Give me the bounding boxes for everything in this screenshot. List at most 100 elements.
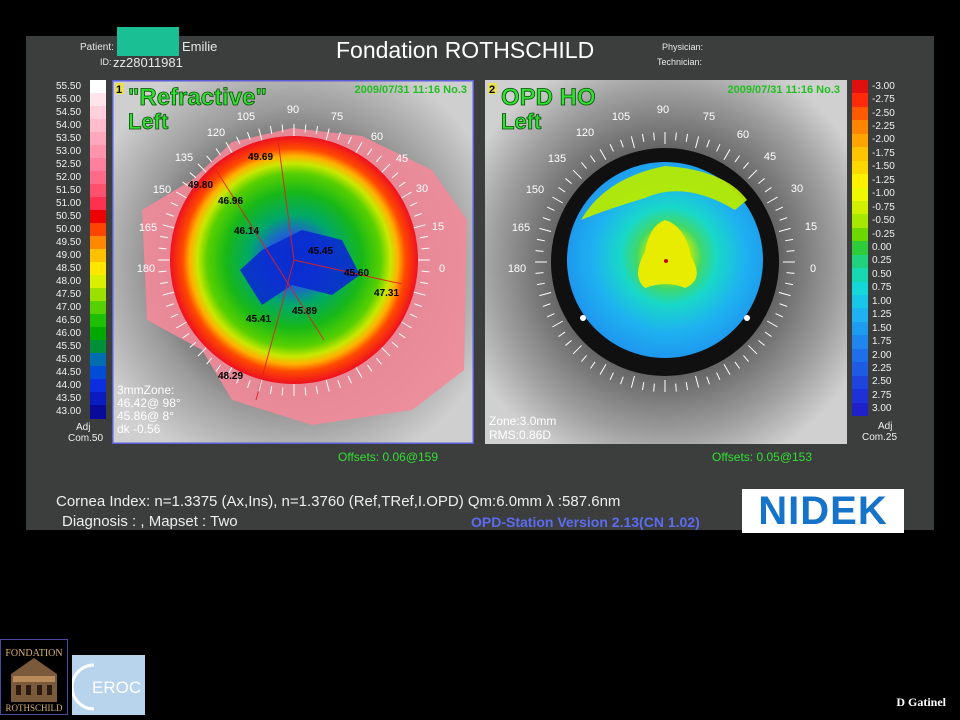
angle-label-90: 90 <box>287 104 299 116</box>
angle-tick <box>653 132 655 141</box>
scale-value-label: -1.75 <box>872 147 895 159</box>
map-title: OPD HO <box>501 84 596 111</box>
angle-label-180: 180 <box>508 263 526 275</box>
angle-label-120: 120 <box>576 127 594 139</box>
left-offsets: Offsets: 0.06@159 <box>338 450 439 464</box>
scale-value-label: 48.00 <box>56 275 82 287</box>
angle-label-180: 180 <box>137 263 155 275</box>
scale-value-label: -1.00 <box>872 188 895 200</box>
scale-color-step <box>90 392 106 406</box>
angle-label-45: 45 <box>396 153 408 165</box>
scale-value-label: 49.00 <box>56 249 82 261</box>
angle-label-0: 0 <box>810 263 816 275</box>
zone-title: 3mmZone: <box>117 383 174 397</box>
patient-name: Emilie <box>182 39 218 54</box>
zone-steep-k: 46.42@ 98° <box>117 396 181 410</box>
angle-label-120: 120 <box>207 127 225 139</box>
scale-value-label: -3.00 <box>872 80 895 92</box>
right-scale-footer-adj: Adj <box>878 421 893 432</box>
point-value: 45.41 <box>246 314 271 325</box>
scale-value-label: 2.00 <box>872 349 892 361</box>
angle-tick <box>421 247 430 250</box>
scale-color-step <box>852 200 868 215</box>
scale-color-step <box>852 174 868 189</box>
topography-panel: Patient: Emilie ID: zz28011981 Fondation… <box>26 27 934 533</box>
scale-color-step <box>90 223 106 237</box>
scale-color-step <box>852 402 868 417</box>
scale-color-step <box>90 236 106 250</box>
fondation-logo-bottom: ROTHSCHILD <box>5 703 63 713</box>
angle-label-165: 165 <box>512 222 530 234</box>
map-datetime: 2009/07/31 11:16 No.3 <box>727 84 840 96</box>
scale-value-label: 50.00 <box>56 223 82 235</box>
scale-color-step <box>852 187 868 202</box>
scale-color-step <box>852 214 868 229</box>
scale-value-label: 51.00 <box>56 197 82 209</box>
refractive-map[interactable]: 90 75 60 45 30 15 0 105 120 135 150 165 … <box>112 80 474 444</box>
scale-value-label: -0.75 <box>872 201 895 213</box>
scale-value-label: 46.50 <box>56 314 82 326</box>
scale-color-step <box>852 120 868 135</box>
opd-ho-map[interactable]: 90 75 60 45 30 15 0 105 120 135 150 165 … <box>485 80 847 444</box>
scale-color-step <box>90 210 106 224</box>
scale-value-label: 3.00 <box>872 403 892 415</box>
angle-tick <box>158 247 167 250</box>
angle-tick <box>281 124 284 133</box>
redaction-box <box>117 27 179 56</box>
scale-color-step <box>90 327 106 341</box>
angle-label-105: 105 <box>612 111 630 123</box>
scale-value-label: 0.25 <box>872 255 892 267</box>
scale-value-label: 45.50 <box>56 340 82 352</box>
scale-color-step <box>852 227 868 242</box>
scale-value-label: 2.75 <box>872 389 892 401</box>
right-color-scale: -3.00 -2.75 -2.50 -2.25 -2.00 -1.75 -1.50 -1.25… <box>850 80 910 444</box>
angle-tick <box>281 387 284 396</box>
point-value: 45.45 <box>308 246 333 257</box>
patient-id: zz28011981 <box>113 55 183 70</box>
scale-value-label: -2.25 <box>872 121 895 133</box>
point-value: 49.80 <box>188 180 213 191</box>
scale-color-step <box>90 262 106 276</box>
angle-label-75: 75 <box>703 111 715 123</box>
angle-tick <box>653 383 655 392</box>
angle-tick <box>535 272 544 274</box>
scale-value-label: 0.75 <box>872 282 892 294</box>
left-scale-footer-adj: Adj <box>76 422 91 433</box>
scale-color-step <box>90 275 106 289</box>
scale-color-step <box>852 254 868 269</box>
angle-label-30: 30 <box>791 183 803 195</box>
zone-dk: dk -0.56 <box>117 422 161 436</box>
version-text: OPD-Station Version 2.13(CN 1.02) <box>471 514 700 530</box>
author-credit: D Gatinel <box>896 695 946 709</box>
scale-color-step <box>90 405 106 419</box>
scale-value-label: 0.00 <box>872 242 892 253</box>
scale-color-step <box>90 158 106 172</box>
scale-color-step <box>90 314 106 328</box>
angle-label-75: 75 <box>331 111 343 123</box>
scale-color-step <box>852 362 868 377</box>
point-value: 45.89 <box>292 306 317 317</box>
scale-color-step <box>90 80 106 94</box>
angle-tick <box>786 250 795 252</box>
cornea-index-text: Cornea Index: n=1.3375 (Ax,Ins), n=1.376… <box>56 493 621 510</box>
scale-color-step <box>852 308 868 323</box>
scale-value-label: 43.50 <box>56 392 82 404</box>
map-eye-label: Left <box>501 109 542 134</box>
scale-value-label: 51.50 <box>56 184 82 196</box>
scale-value-label: 46.00 <box>56 327 82 339</box>
scale-value-label: -1.25 <box>872 174 895 186</box>
scale-color-step <box>90 288 106 302</box>
scale-value-label: 52.50 <box>56 158 82 170</box>
angle-label-165: 165 <box>139 222 157 234</box>
map-number: 1 <box>116 84 122 96</box>
scale-value-label: 44.50 <box>56 366 82 378</box>
scale-color-step <box>852 106 868 121</box>
scale-value-label: -2.00 <box>872 134 895 146</box>
scale-color-step <box>852 335 868 350</box>
angle-tick <box>675 132 677 141</box>
center-point <box>664 259 668 263</box>
scale-color-step <box>90 379 106 393</box>
map-number: 2 <box>489 84 495 96</box>
left-scale-footer-com: Com.50 <box>68 433 104 444</box>
angle-label-135: 135 <box>175 152 193 164</box>
